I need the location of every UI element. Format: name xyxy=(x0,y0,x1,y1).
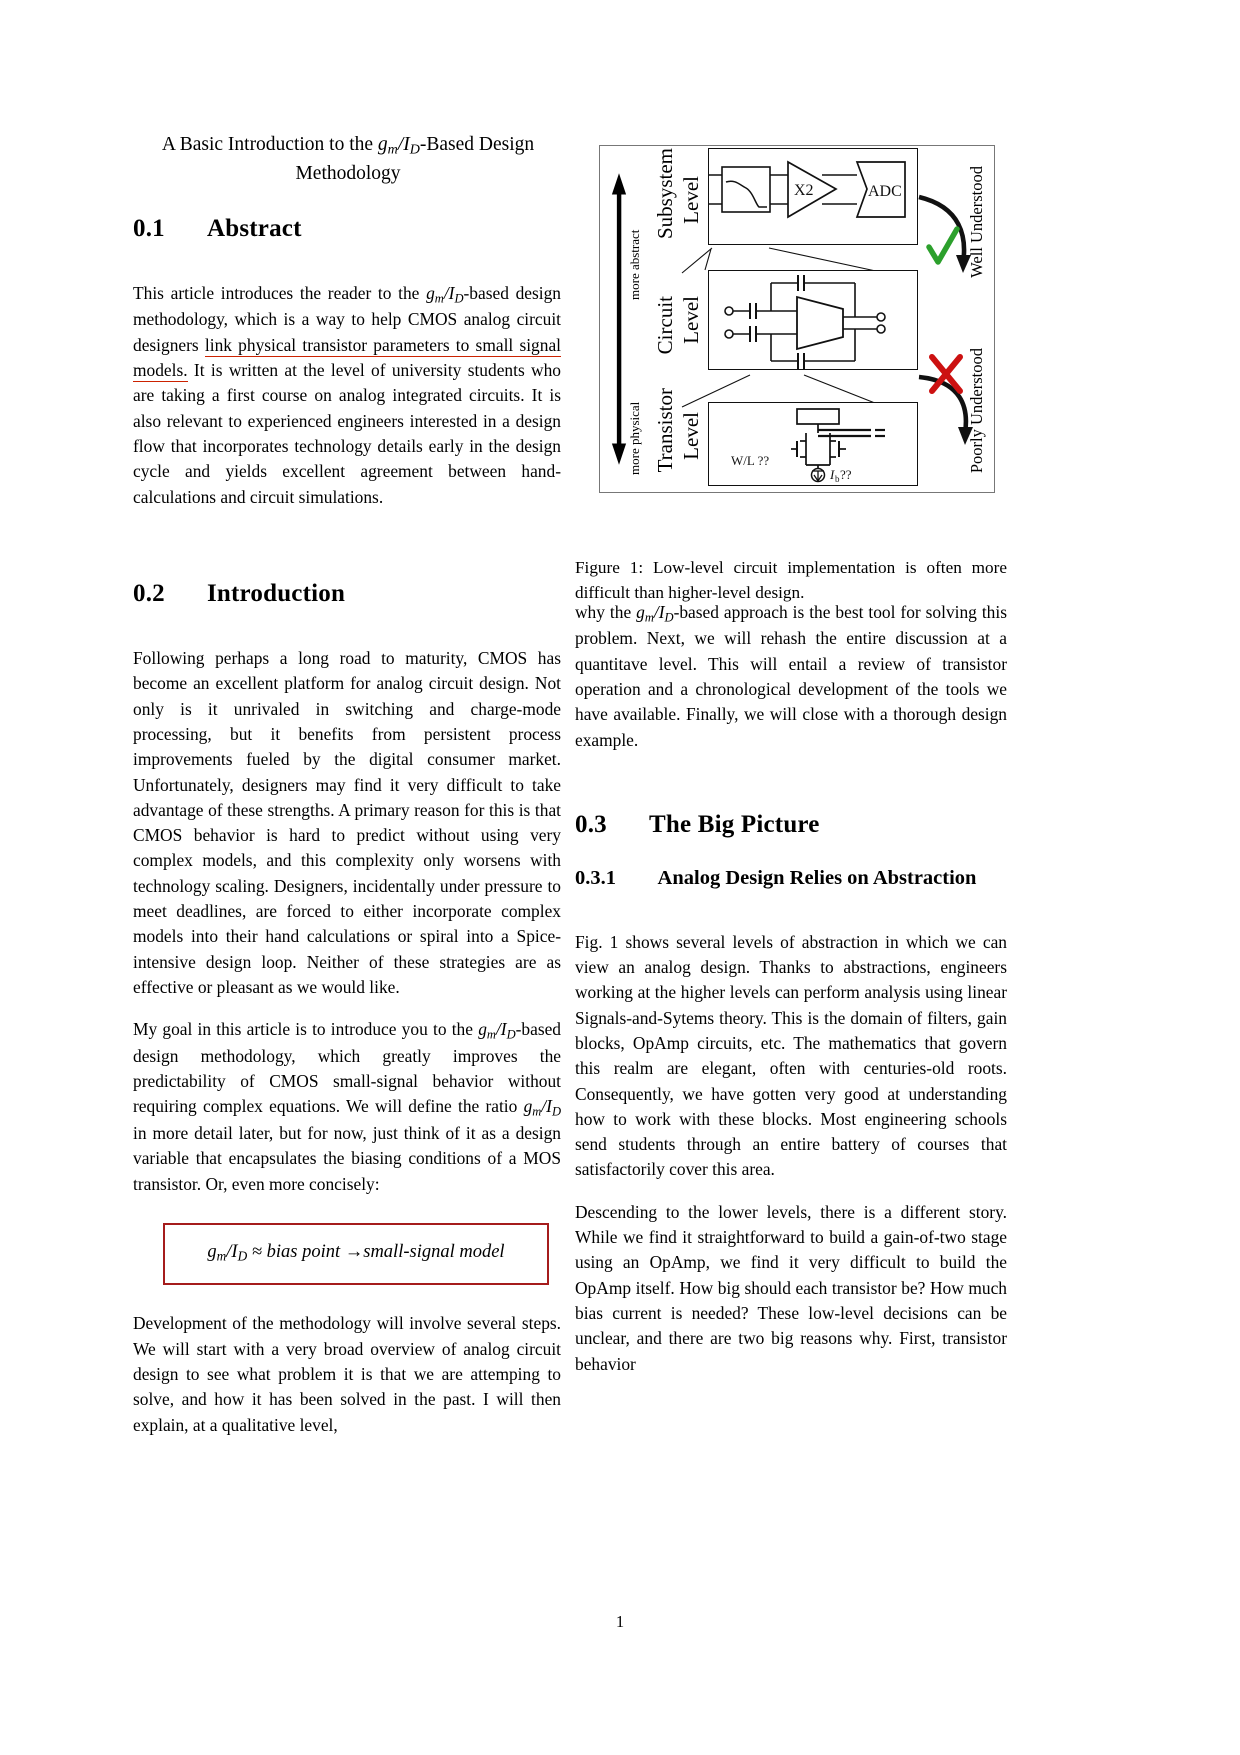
figure-caption: Figure 1: Low-level circuit implementati… xyxy=(575,556,1007,606)
section-heading-big-picture: 0.3 The Big Picture xyxy=(575,811,820,839)
panel-subsystem: X2 ADC xyxy=(708,148,918,245)
subsection-heading-abstraction: 0.3.1 Analog Design Relies on Abstraction xyxy=(575,867,977,890)
label-well-understood: Well Understood xyxy=(967,166,986,278)
circuit-diagram xyxy=(724,275,886,369)
svg-text:??: ?? xyxy=(840,467,852,482)
svg-text:ADC: ADC xyxy=(868,183,902,200)
boxed-equation: gm/ID ≈ bias point →small-signal model xyxy=(163,1222,549,1286)
big-picture-paragraph-2: Descending to the lower levels, there is… xyxy=(575,1201,1007,1374)
page-title: A Basic Introduction to the gm/ID-Based … xyxy=(133,131,563,188)
title-line-2: Methodology xyxy=(295,163,401,184)
paper-page: A Basic Introduction to the gm/ID-Based … xyxy=(0,0,1240,1755)
svg-text:W/L ??: W/L ?? xyxy=(731,453,769,468)
left-column: 0.1 Abstract This article introduces the … xyxy=(133,215,561,1438)
section-heading-introduction: 0.2 Introduction xyxy=(133,579,346,607)
figure-1: more abstract more physical Subsystem Le… xyxy=(575,140,999,498)
intro-paragraph-2: My goal in this article is to introduce … xyxy=(133,1019,561,1194)
abstract-paragraph: This article introduces the reader to th… xyxy=(133,283,561,507)
page-number: 1 xyxy=(615,1612,625,1631)
intro-paragraph-1: Following perhaps a long road to maturit… xyxy=(133,647,561,998)
big-picture-paragraph-1: Fig. 1 shows several levels of abstracti… xyxy=(575,931,1007,1180)
section-heading-abstract: 0.1 Abstract xyxy=(133,215,302,242)
intro-paragraph-4: why the gm/ID-based approach is the best… xyxy=(575,602,1007,750)
subsystem-diagram: X2 ADC xyxy=(709,160,906,219)
title-line-1: A Basic Introduction to the gm/ID-Based … xyxy=(161,134,535,158)
figure-caption-label: Figure 1: xyxy=(575,558,644,577)
svg-text:X2: X2 xyxy=(794,182,814,199)
transistor-diagram: W/L ?? I b ?? xyxy=(731,408,885,484)
panel-circuit xyxy=(708,270,918,370)
intro-paragraph-3: Development of the methodology will invo… xyxy=(133,1313,561,1435)
label-poorly-understood: Poorly Understood xyxy=(967,348,986,474)
right-column: why the gm/ID-based approach is the best… xyxy=(575,600,1007,1377)
panel-transistor: W/L ?? I b ?? xyxy=(708,402,918,486)
